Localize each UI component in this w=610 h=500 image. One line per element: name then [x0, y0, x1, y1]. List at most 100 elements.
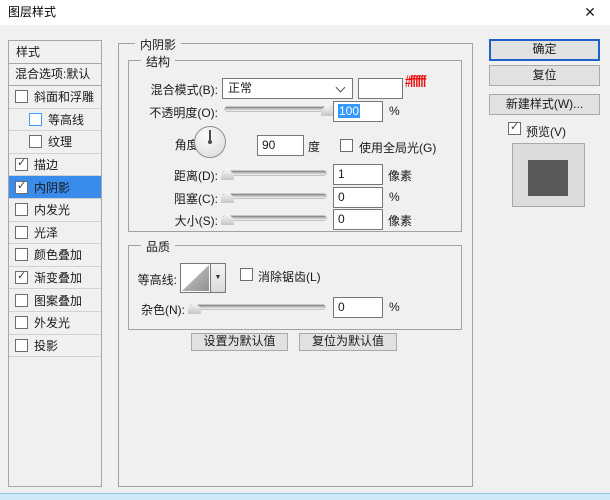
sidebar-item-6[interactable]: 光泽 — [9, 222, 101, 245]
sidebar-item-8[interactable]: 渐变叠加 — [9, 267, 101, 290]
choke-slider-track[interactable] — [223, 194, 326, 198]
angle-unit: 度 — [308, 138, 320, 155]
angle-input[interactable]: 90 — [257, 135, 304, 156]
sidebar-item-11[interactable]: 投影 — [9, 335, 101, 358]
blend-mode-dropdown[interactable]: 正常 — [222, 78, 353, 99]
effect-checkbox[interactable] — [29, 135, 42, 148]
sidebar-item-1[interactable]: 等高线 — [9, 109, 101, 132]
sidebar-list: 斜面和浮雕等高线纹理描边内阴影内发光光泽颜色叠加渐变叠加图案叠加外发光投影 — [9, 86, 101, 357]
ok-button[interactable]: 确定 — [489, 39, 600, 61]
chevron-down-icon — [336, 83, 346, 93]
choke-input[interactable]: 0 — [333, 187, 383, 208]
noise-slider-track[interactable] — [190, 305, 325, 309]
sidebar-item-7[interactable]: 颜色叠加 — [9, 244, 101, 267]
sidebar-item-5[interactable]: 内发光 — [9, 199, 101, 222]
structure-group-label: 结构 — [141, 53, 175, 70]
antialias-label: 消除锯齿(L) — [258, 268, 321, 285]
sidebar-item-label: 纹理 — [48, 133, 72, 150]
dialog-titlebar: 图层样式 ✕ — [0, 0, 610, 25]
angle-dial[interactable] — [194, 126, 226, 158]
noise-value: 0 — [338, 300, 345, 314]
panel-title: 内阴影 — [135, 36, 181, 53]
sidebar-item-9[interactable]: 图案叠加 — [9, 289, 101, 312]
contour-picker-button[interactable]: ▼ — [210, 263, 226, 293]
shadow-color-swatch[interactable] — [358, 78, 403, 99]
size-unit: 像素 — [388, 212, 412, 229]
preview-swatch-frame — [512, 143, 585, 207]
noise-label: 杂色(N): — [110, 301, 185, 318]
close-icon[interactable]: ✕ — [574, 0, 606, 25]
triangle-down-icon: ▼ — [215, 274, 222, 281]
effect-checkbox[interactable] — [15, 294, 28, 307]
angle-value: 90 — [262, 138, 275, 152]
distance-unit: 像素 — [388, 167, 412, 184]
contour-linear-shape — [182, 265, 209, 291]
effect-checkbox[interactable] — [15, 90, 28, 103]
sidebar-item-label: 图案叠加 — [34, 292, 82, 309]
opacity-value: 100 — [338, 104, 360, 118]
contour-thumbnail[interactable] — [180, 263, 211, 293]
opacity-label: 不透明度(O): — [130, 104, 218, 121]
reset-button[interactable]: 复位 — [489, 65, 600, 86]
sidebar-item-label: 内阴影 — [34, 179, 70, 196]
background-edge-strip — [0, 493, 610, 500]
size-label: 大小(S): — [130, 212, 218, 229]
dialog-title: 图层样式 — [8, 0, 56, 25]
opacity-slider-track[interactable] — [225, 107, 332, 111]
size-input[interactable]: 0 — [333, 209, 383, 230]
angle-hub — [208, 140, 212, 144]
noise-unit: % — [389, 300, 400, 314]
blend-mode-label: 混合模式(B): — [130, 81, 218, 98]
blend-mode-value: 正常 — [228, 81, 252, 95]
size-value: 0 — [338, 212, 345, 226]
sidebar-item-4[interactable]: 内阴影 — [9, 176, 101, 199]
global-light-checkbox[interactable] — [340, 139, 353, 152]
effect-checkbox[interactable] — [15, 226, 28, 239]
color-annotation: #ffffff — [405, 72, 425, 92]
set-default-button[interactable]: 设置为默认值 — [191, 333, 288, 351]
choke-label: 阻塞(C): — [130, 190, 218, 207]
distance-slider-track[interactable] — [223, 171, 326, 175]
effect-checkbox[interactable] — [15, 181, 28, 194]
quality-group-label: 品质 — [141, 238, 175, 255]
sidebar-item-0[interactable]: 斜面和浮雕 — [9, 86, 101, 109]
sidebar-header-styles[interactable]: 样式 — [9, 41, 101, 64]
effect-checkbox[interactable] — [15, 271, 28, 284]
sidebar-item-3[interactable]: 描边 — [9, 154, 101, 177]
choke-value: 0 — [338, 190, 345, 204]
preview-checkbox[interactable] — [508, 122, 521, 135]
styles-sidebar: 样式 混合选项:默认 斜面和浮雕等高线纹理描边内阴影内发光光泽颜色叠加渐变叠加图… — [8, 40, 102, 487]
effect-checkbox[interactable] — [29, 113, 42, 126]
effect-checkbox[interactable] — [15, 248, 28, 261]
contour-label: 等高线: — [110, 271, 177, 288]
reset-default-button[interactable]: 复位为默认值 — [299, 333, 397, 351]
sidebar-item-label: 等高线 — [48, 111, 84, 128]
effect-checkbox[interactable] — [15, 316, 28, 329]
opacity-unit: % — [389, 104, 400, 118]
noise-input[interactable]: 0 — [333, 297, 383, 318]
distance-input[interactable]: 1 — [333, 164, 383, 185]
sidebar-item-label: 描边 — [34, 156, 58, 173]
effect-checkbox[interactable] — [15, 339, 28, 352]
sidebar-item-label: 斜面和浮雕 — [34, 88, 94, 105]
sidebar-item-label: 外发光 — [34, 314, 70, 331]
preview-label: 预览(V) — [526, 123, 566, 140]
sidebar-item-label: 渐变叠加 — [34, 269, 82, 286]
opacity-input[interactable]: 100 — [333, 101, 383, 122]
preview-swatch — [528, 160, 568, 196]
sidebar-item-10[interactable]: 外发光 — [9, 312, 101, 335]
distance-value: 1 — [338, 167, 345, 181]
size-slider-track[interactable] — [223, 216, 326, 220]
distance-label: 距离(D): — [130, 167, 218, 184]
antialias-checkbox[interactable] — [240, 268, 253, 281]
sidebar-item-label: 内发光 — [34, 201, 70, 218]
choke-unit: % — [389, 190, 400, 204]
sidebar-item-blending-options[interactable]: 混合选项:默认 — [9, 64, 101, 86]
global-light-label: 使用全局光(G) — [359, 139, 436, 156]
sidebar-item-label: 颜色叠加 — [34, 246, 82, 263]
sidebar-item-label: 光泽 — [34, 224, 58, 241]
effect-checkbox[interactable] — [15, 203, 28, 216]
effect-checkbox[interactable] — [15, 158, 28, 171]
new-style-button[interactable]: 新建样式(W)... — [489, 94, 600, 115]
sidebar-item-2[interactable]: 纹理 — [9, 131, 101, 154]
